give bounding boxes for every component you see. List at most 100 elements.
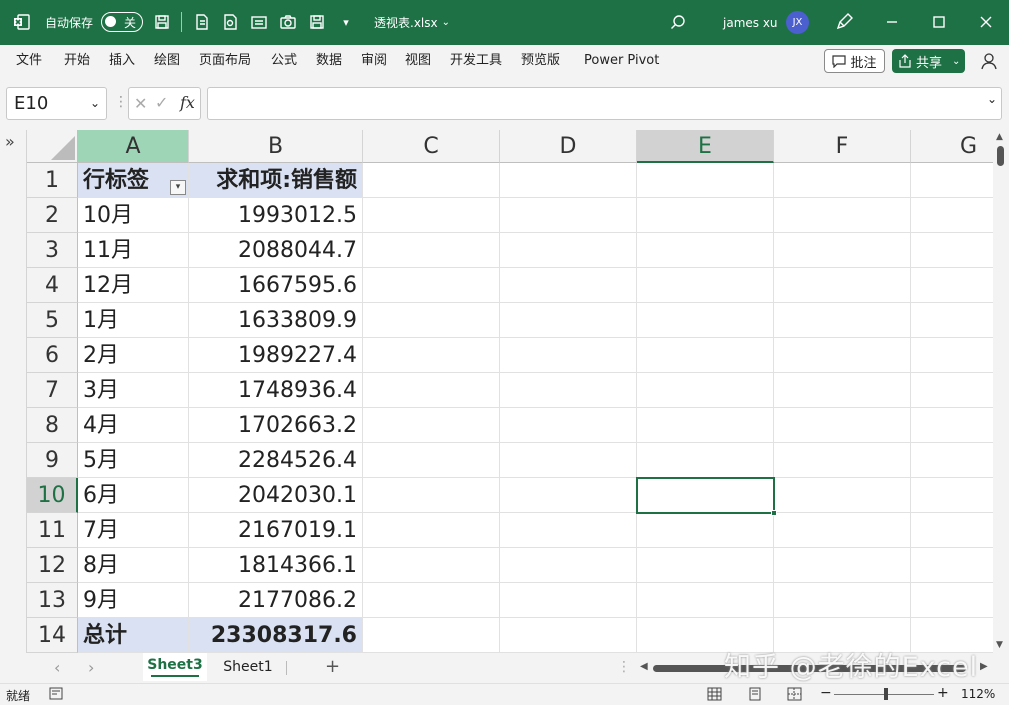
row-header-13[interactable]: 13	[27, 583, 78, 618]
cell-e5[interactable]	[637, 303, 774, 338]
column-header-d[interactable]: D	[500, 130, 637, 163]
pivot-row-label[interactable]: 12月	[78, 268, 189, 303]
page-break-view-icon[interactable]	[787, 687, 802, 704]
cell-d8[interactable]	[500, 408, 637, 443]
pivot-filter-dropdown-button[interactable]: ▾	[170, 180, 186, 195]
column-header-f[interactable]: F	[774, 130, 911, 163]
row-header-14[interactable]: 14	[27, 618, 78, 653]
cell-f1[interactable]	[774, 163, 911, 198]
tab-power-pivot[interactable]: Power Pivot	[584, 45, 659, 77]
comments-button[interactable]: 批注	[824, 49, 885, 73]
column-header-a[interactable]: A	[78, 130, 189, 163]
name-box[interactable]: E10 ⌄	[6, 87, 107, 120]
cell-c9[interactable]	[363, 443, 500, 478]
row-header-5[interactable]: 5	[27, 303, 78, 338]
column-header-e[interactable]: E	[637, 130, 774, 163]
cell-f13[interactable]	[774, 583, 911, 618]
column-header-b[interactable]: B	[189, 130, 363, 163]
pivot-grand-total-value[interactable]: 23308317.6	[189, 618, 363, 653]
row-header-12[interactable]: 12	[27, 548, 78, 583]
splitter-icon[interactable]: ⋮	[617, 659, 631, 675]
pivot-row-label[interactable]: 7月	[78, 513, 189, 548]
cell-d7[interactable]	[500, 373, 637, 408]
pivot-row-label[interactable]: 9月	[78, 583, 189, 618]
row-header-2[interactable]: 2	[27, 198, 78, 233]
row-header-4[interactable]: 4	[27, 268, 78, 303]
cell-c10[interactable]	[363, 478, 500, 513]
zoom-out-icon[interactable]: −	[820, 685, 832, 701]
pivot-value[interactable]: 2088044.7	[189, 233, 363, 268]
accessibility-icon[interactable]	[49, 687, 63, 703]
fill-handle[interactable]	[771, 510, 777, 516]
cell-e8[interactable]	[637, 408, 774, 443]
prev-sheet-icon[interactable]: ‹	[54, 658, 60, 677]
cell-c5[interactable]	[363, 303, 500, 338]
cell-f9[interactable]	[774, 443, 911, 478]
cell-f8[interactable]	[774, 408, 911, 443]
cell-d12[interactable]	[500, 548, 637, 583]
maximize-icon[interactable]	[929, 12, 949, 32]
cell-d10[interactable]	[500, 478, 637, 513]
cell-e2[interactable]	[637, 198, 774, 233]
tab-view[interactable]: 视图	[405, 45, 431, 77]
cell-c7[interactable]	[363, 373, 500, 408]
column-header-c[interactable]: C	[363, 130, 500, 163]
tab-preview[interactable]: 预览版	[521, 45, 560, 77]
save-icon[interactable]	[152, 12, 172, 32]
pen-icon[interactable]	[834, 12, 854, 32]
filename-dropdown[interactable]: 透视表.xlsx ⌄	[374, 0, 450, 45]
cell-f5[interactable]	[774, 303, 911, 338]
cell-c4[interactable]	[363, 268, 500, 303]
close-icon[interactable]	[976, 12, 996, 32]
pivot-value[interactable]: 2284526.4	[189, 443, 363, 478]
cell-f2[interactable]	[774, 198, 911, 233]
row-header-6[interactable]: 6	[27, 338, 78, 373]
cell-f11[interactable]	[774, 513, 911, 548]
cell-d3[interactable]	[500, 233, 637, 268]
pivot-row-label[interactable]: 10月	[78, 198, 189, 233]
pivot-value[interactable]: 1993012.5	[189, 198, 363, 233]
enter-icon[interactable]: ✓	[155, 93, 168, 112]
tab-draw[interactable]: 绘图	[154, 45, 180, 77]
scroll-down-icon[interactable]: ▼	[996, 640, 1003, 650]
cell-e3[interactable]	[637, 233, 774, 268]
pivot-grand-total-label[interactable]: 总计	[78, 618, 189, 653]
cell-e7[interactable]	[637, 373, 774, 408]
tab-home[interactable]: 开始	[64, 45, 90, 77]
pivot-row-label[interactable]: 6月	[78, 478, 189, 513]
pivot-row-label[interactable]: 5月	[78, 443, 189, 478]
cell-d14[interactable]	[500, 618, 637, 653]
pivot-value[interactable]: 1633809.9	[189, 303, 363, 338]
pivot-row-label[interactable]: 4月	[78, 408, 189, 443]
save-as-icon[interactable]	[307, 12, 327, 32]
pivot-value[interactable]: 2042030.1	[189, 478, 363, 513]
row-header-8[interactable]: 8	[27, 408, 78, 443]
cell-e11[interactable]	[637, 513, 774, 548]
expand-pane-icon[interactable]: »	[5, 132, 15, 151]
cancel-icon[interactable]: ✕	[134, 94, 147, 113]
page-layout-view-icon[interactable]	[748, 687, 762, 704]
row-header-11[interactable]: 11	[27, 513, 78, 548]
share-button[interactable]: 共享 ⌄	[892, 49, 965, 73]
cell-d6[interactable]	[500, 338, 637, 373]
pivot-value-header[interactable]: 求和项:销售额	[189, 163, 363, 198]
print-preview-icon[interactable]	[220, 12, 240, 32]
row-header-7[interactable]: 7	[27, 373, 78, 408]
zoom-in-icon[interactable]: +	[937, 685, 949, 701]
tab-insert[interactable]: 插入	[109, 45, 135, 77]
next-sheet-icon[interactable]: ›	[88, 658, 94, 677]
camera-icon[interactable]	[278, 12, 298, 32]
pivot-value[interactable]: 1989227.4	[189, 338, 363, 373]
cell-f10[interactable]	[774, 478, 911, 513]
cell-f7[interactable]	[774, 373, 911, 408]
chevron-down-icon[interactable]: ⌄	[987, 92, 997, 106]
tab-review[interactable]: 审阅	[361, 45, 387, 77]
cell-d9[interactable]	[500, 443, 637, 478]
cell-d1[interactable]	[500, 163, 637, 198]
tab-page-layout[interactable]: 页面布局	[199, 45, 251, 77]
cell-c3[interactable]	[363, 233, 500, 268]
normal-view-icon[interactable]	[707, 687, 722, 704]
row-header-3[interactable]: 3	[27, 233, 78, 268]
sheet-tab-sheet3[interactable]: Sheet3	[143, 653, 207, 681]
cell-c2[interactable]	[363, 198, 500, 233]
